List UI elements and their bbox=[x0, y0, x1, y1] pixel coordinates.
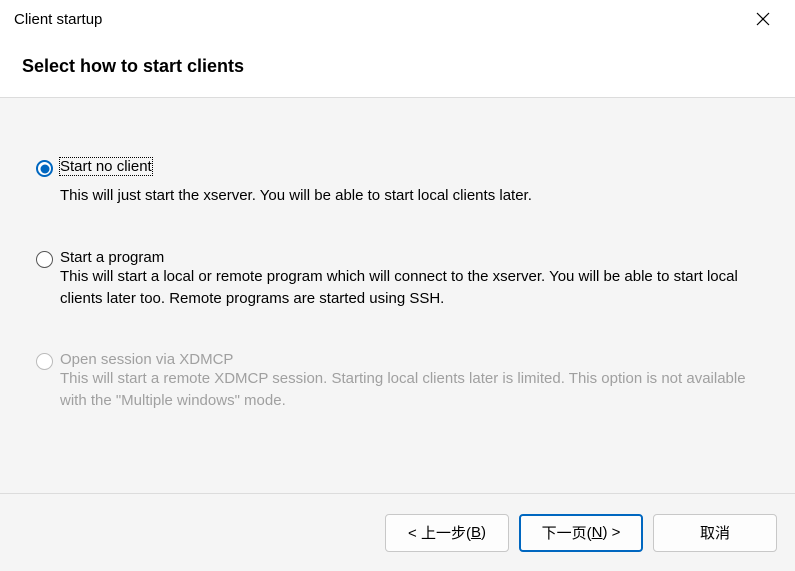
back-button-prefix: < 上一步( bbox=[408, 522, 471, 543]
next-button-suffix: ) > bbox=[602, 524, 620, 541]
option-body: Open session via XDMCP This will start a… bbox=[60, 351, 759, 412]
cancel-button-label: 取消 bbox=[700, 522, 730, 543]
close-button[interactable] bbox=[743, 3, 783, 35]
back-button-suffix: ) bbox=[481, 524, 486, 541]
content-area: Start no client This will just start the… bbox=[0, 98, 795, 493]
radio-open-session-xdmcp bbox=[36, 353, 53, 370]
back-button-access: B bbox=[471, 524, 481, 541]
option-desc-start-no-client: This will just start the xserver. You wi… bbox=[60, 185, 750, 207]
option-body: Start no client This will just start the… bbox=[60, 158, 759, 207]
next-button[interactable]: 下一页(N) > bbox=[519, 514, 643, 552]
option-desc-start-a-program: This will start a local or remote progra… bbox=[60, 266, 750, 310]
window-title: Client startup bbox=[14, 11, 102, 28]
radio-start-a-program[interactable] bbox=[36, 251, 53, 268]
option-label-start-a-program[interactable]: Start a program bbox=[60, 249, 164, 266]
option-start-a-program[interactable]: Start a program This will start a local … bbox=[36, 249, 759, 310]
radio-wrap bbox=[36, 249, 60, 268]
option-desc-open-session-xdmcp: This will start a remote XDMCP session. … bbox=[60, 368, 750, 412]
option-open-session-xdmcp: Open session via XDMCP This will start a… bbox=[36, 351, 759, 412]
next-button-access: N bbox=[592, 524, 603, 541]
option-label-open-session-xdmcp: Open session via XDMCP bbox=[60, 351, 233, 368]
page-title: Select how to start clients bbox=[22, 56, 773, 77]
wizard-footer: < 上一步(B) 下一页(N) > 取消 bbox=[0, 493, 795, 571]
cancel-button[interactable]: 取消 bbox=[653, 514, 777, 552]
radio-wrap bbox=[36, 351, 60, 370]
back-button[interactable]: < 上一步(B) bbox=[385, 514, 509, 552]
wizard-header: Select how to start clients bbox=[0, 38, 795, 97]
radio-start-no-client[interactable] bbox=[36, 160, 53, 177]
option-start-no-client[interactable]: Start no client This will just start the… bbox=[36, 158, 759, 207]
titlebar: Client startup bbox=[0, 0, 795, 38]
option-body: Start a program This will start a local … bbox=[60, 249, 759, 310]
option-label-start-no-client[interactable]: Start no client bbox=[60, 158, 152, 175]
next-button-prefix: 下一页( bbox=[542, 522, 592, 543]
close-icon bbox=[756, 12, 770, 26]
radio-wrap bbox=[36, 158, 60, 177]
